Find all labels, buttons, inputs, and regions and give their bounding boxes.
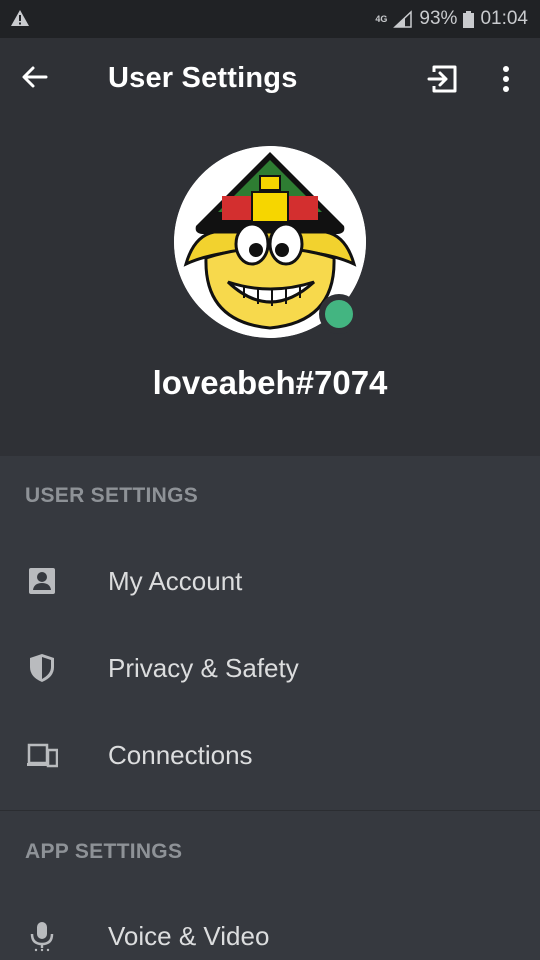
network-type: 4G (375, 13, 388, 24)
username: loveabeh#7074 (152, 364, 388, 401)
section-heading-app-settings: APP SETTINGS (25, 840, 183, 863)
warning-icon (11, 10, 29, 26)
section-divider (0, 810, 540, 811)
menu-item-privacy-safety[interactable]: Privacy & Safety (0, 626, 540, 712)
page-title: User Settings (108, 62, 298, 94)
online-status-indicator (319, 294, 359, 334)
profile-header: User Settings loveabeh#7074 (0, 38, 540, 456)
microphone-icon (30, 922, 54, 952)
menu-item-label: Connections (108, 740, 253, 770)
more-vertical-icon[interactable] (494, 62, 518, 96)
menu-item-voice-video[interactable]: Voice & Video (0, 894, 540, 960)
clock: 01:04 (480, 8, 528, 29)
status-bar: 4G 93% 01:04 (0, 0, 540, 38)
battery-percent: 93% (419, 8, 458, 29)
section-heading-user-settings: USER SETTINGS (25, 484, 199, 507)
menu-item-label: Voice & Video (108, 921, 270, 951)
shield-icon (30, 654, 54, 682)
account-card-icon (29, 568, 55, 594)
menu-item-connections[interactable]: Connections (0, 713, 540, 799)
battery-icon (463, 10, 475, 28)
status-bar-right: 4G 93% 01:04 (375, 7, 528, 31)
menu-item-my-account[interactable]: My Account (0, 539, 540, 625)
logout-icon[interactable] (426, 62, 460, 96)
avatar[interactable] (174, 146, 366, 338)
menu-item-label: My Account (108, 566, 243, 596)
signal-icon (393, 10, 413, 28)
menu-item-label: Privacy & Safety (108, 653, 299, 683)
devices-icon (27, 743, 58, 768)
back-arrow-icon[interactable] (18, 60, 52, 94)
